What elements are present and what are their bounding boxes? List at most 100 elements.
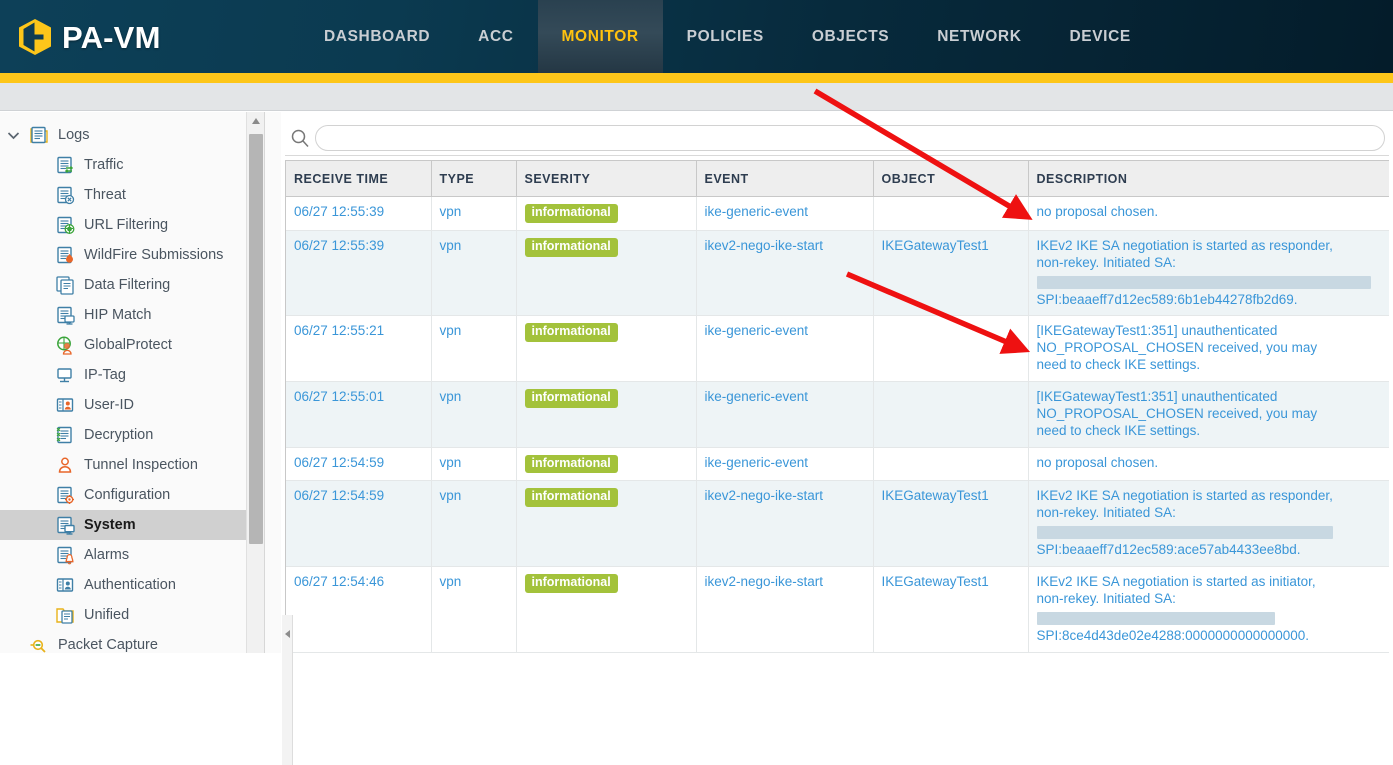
sidebar-item-label: User-ID bbox=[78, 397, 134, 413]
sidebar-item-label: Unified bbox=[78, 607, 129, 623]
description-line: [IKEGatewayTest1:351] unauthenticated bbox=[1037, 323, 1382, 340]
description-line: non-rekey. Initiated SA: bbox=[1037, 591, 1382, 608]
sidebar-tree: Logs Traffic Threat URL Filtering WildFi… bbox=[0, 112, 264, 653]
sidebar-item-packet-capture[interactable]: Packet Capture bbox=[0, 630, 264, 653]
nav-item-device[interactable]: DEVICE bbox=[1046, 0, 1155, 73]
cell-severity: informational bbox=[516, 197, 696, 231]
log-viewer-panel: RECEIVE TIMETYPESEVERITYEVENTOBJECTDESCR… bbox=[281, 112, 1393, 653]
globalprotect-icon bbox=[52, 334, 78, 356]
description-line: NO_PROPOSAL_CHOSEN received, you may bbox=[1037, 406, 1382, 423]
sidebar-item-authentication[interactable]: Authentication bbox=[0, 570, 264, 600]
sidebar-item-label: HIP Match bbox=[78, 307, 151, 323]
sidebar-item-label: GlobalProtect bbox=[78, 337, 172, 353]
main-nav: DASHBOARDACCMONITORPOLICIESOBJECTSNETWOR… bbox=[300, 0, 1155, 73]
cell-event: ike-generic-event bbox=[696, 382, 873, 448]
sidebar-item-label: WildFire Submissions bbox=[78, 247, 223, 263]
sidebar-item-configuration[interactable]: Configuration bbox=[0, 480, 264, 510]
description-line: non-rekey. Initiated SA: bbox=[1037, 255, 1382, 272]
table-row[interactable]: 06/27 12:54:59vpninformationalikev2-nego… bbox=[286, 481, 1389, 567]
app-logo: PA-VM bbox=[18, 18, 161, 56]
sidebar-item-label: IP-Tag bbox=[78, 367, 126, 383]
sidebar-item-tunnel-inspection[interactable]: Tunnel Inspection bbox=[0, 450, 264, 480]
column-header-object[interactable]: OBJECT bbox=[873, 161, 1028, 197]
description-spi-line: SPI:beaaeff7d12ec589:ace57ab4433ee8bd. bbox=[1037, 542, 1382, 559]
sidebar-item-label: Configuration bbox=[78, 487, 170, 503]
chevron-down-icon[interactable] bbox=[0, 131, 26, 140]
app-header: PA-VM DASHBOARDACCMONITORPOLICIESOBJECTS… bbox=[0, 0, 1393, 73]
cell-severity: informational bbox=[516, 567, 696, 653]
table-row[interactable]: 06/27 12:55:39vpninformationalikev2-nego… bbox=[286, 230, 1389, 316]
nav-item-monitor[interactable]: MONITOR bbox=[538, 0, 663, 73]
alarms-icon bbox=[52, 544, 78, 566]
cell-event: ike-generic-event bbox=[696, 197, 873, 231]
sidebar-item-wildfire-submissions[interactable]: WildFire Submissions bbox=[0, 240, 264, 270]
column-header-receive-time[interactable]: RECEIVE TIME bbox=[286, 161, 431, 197]
cell-description: [IKEGatewayTest1:351] unauthenticatedNO_… bbox=[1028, 316, 1389, 382]
decryption-icon bbox=[52, 424, 78, 446]
sidebar-item-user-id[interactable]: User-ID bbox=[0, 390, 264, 420]
cell-receive-time: 06/27 12:55:39 bbox=[286, 197, 431, 231]
description-line: need to check IKE settings. bbox=[1037, 357, 1382, 374]
severity-badge: informational bbox=[525, 574, 618, 593]
table-row[interactable]: 06/27 12:54:59vpninformationalike-generi… bbox=[286, 447, 1389, 481]
column-header-event[interactable]: EVENT bbox=[696, 161, 873, 197]
column-header-description[interactable]: DESCRIPTION bbox=[1028, 161, 1389, 197]
sidebar-item-logs[interactable]: Logs bbox=[0, 120, 264, 150]
table-row[interactable]: 06/27 12:54:46vpninformationalikev2-nego… bbox=[286, 567, 1389, 653]
scroll-up-arrow-icon[interactable] bbox=[247, 112, 264, 130]
cell-severity: informational bbox=[516, 447, 696, 481]
cell-object bbox=[873, 447, 1028, 481]
nav-item-policies[interactable]: POLICIES bbox=[663, 0, 788, 73]
severity-badge: informational bbox=[525, 238, 618, 257]
table-row[interactable]: 06/27 12:55:21vpninformationalike-generi… bbox=[286, 316, 1389, 382]
sidebar-item-label: Packet Capture bbox=[52, 637, 158, 653]
severity-badge: informational bbox=[525, 204, 618, 223]
search-bar bbox=[285, 120, 1389, 156]
sidebar-item-globalprotect[interactable]: GlobalProtect bbox=[0, 330, 264, 360]
nav-item-acc[interactable]: ACC bbox=[454, 0, 537, 73]
sidebar-item-decryption[interactable]: Decryption bbox=[0, 420, 264, 450]
severity-badge: informational bbox=[525, 488, 618, 507]
search-input[interactable] bbox=[315, 125, 1385, 151]
cell-event: ike-generic-event bbox=[696, 316, 873, 382]
column-header-type[interactable]: TYPE bbox=[431, 161, 516, 197]
sidebar-item-ip-tag[interactable]: IP-Tag bbox=[0, 360, 264, 390]
sidebar-item-url-filtering[interactable]: URL Filtering bbox=[0, 210, 264, 240]
traffic-log-icon bbox=[52, 154, 78, 176]
cell-type: vpn bbox=[431, 230, 516, 316]
hip-match-icon bbox=[52, 304, 78, 326]
description-line: no proposal chosen. bbox=[1037, 204, 1382, 221]
sidebar-item-label: System bbox=[78, 517, 136, 533]
sidebar-item-hip-match[interactable]: HIP Match bbox=[0, 300, 264, 330]
cell-type: vpn bbox=[431, 567, 516, 653]
ip-tag-icon bbox=[52, 364, 78, 386]
table-row[interactable]: 06/27 12:55:39vpninformationalike-generi… bbox=[286, 197, 1389, 231]
sidebar-scrollbar[interactable] bbox=[246, 112, 264, 653]
sidebar-item-unified[interactable]: Unified bbox=[0, 600, 264, 630]
sidebar-item-alarms[interactable]: Alarms bbox=[0, 540, 264, 570]
sidebar-item-traffic[interactable]: Traffic bbox=[0, 150, 264, 180]
description-line: non-rekey. Initiated SA: bbox=[1037, 505, 1382, 522]
nav-item-network[interactable]: NETWORK bbox=[913, 0, 1045, 73]
sidebar-item-data-filtering[interactable]: Data Filtering bbox=[0, 270, 264, 300]
sidebar-item-label: Logs bbox=[52, 127, 89, 143]
authentication-icon bbox=[52, 574, 78, 596]
unified-log-icon bbox=[52, 604, 78, 626]
packet-capture-icon bbox=[26, 634, 52, 653]
cell-object bbox=[873, 382, 1028, 448]
sidebar-scroll-thumb[interactable] bbox=[249, 134, 263, 544]
severity-badge: informational bbox=[525, 455, 618, 474]
column-header-severity[interactable]: SEVERITY bbox=[516, 161, 696, 197]
nav-item-objects[interactable]: OBJECTS bbox=[788, 0, 913, 73]
scroll-left-arrow-icon[interactable] bbox=[282, 627, 293, 640]
log-table: RECEIVE TIMETYPESEVERITYEVENTOBJECTDESCR… bbox=[286, 160, 1389, 653]
cell-description: IKEv2 IKE SA negotiation is started as r… bbox=[1028, 481, 1389, 567]
sidebar-item-threat[interactable]: Threat bbox=[0, 180, 264, 210]
redacted-text-block bbox=[1037, 276, 1372, 289]
description-spi-line: SPI:beaaeff7d12ec589:6b1eb44278fb2d69. bbox=[1037, 292, 1382, 309]
sidebar-item-system[interactable]: System bbox=[0, 510, 264, 540]
table-row[interactable]: 06/27 12:55:01vpninformationalike-generi… bbox=[286, 382, 1389, 448]
cell-object bbox=[873, 197, 1028, 231]
cell-object: IKEGatewayTest1 bbox=[873, 481, 1028, 567]
nav-item-dashboard[interactable]: DASHBOARD bbox=[300, 0, 454, 73]
